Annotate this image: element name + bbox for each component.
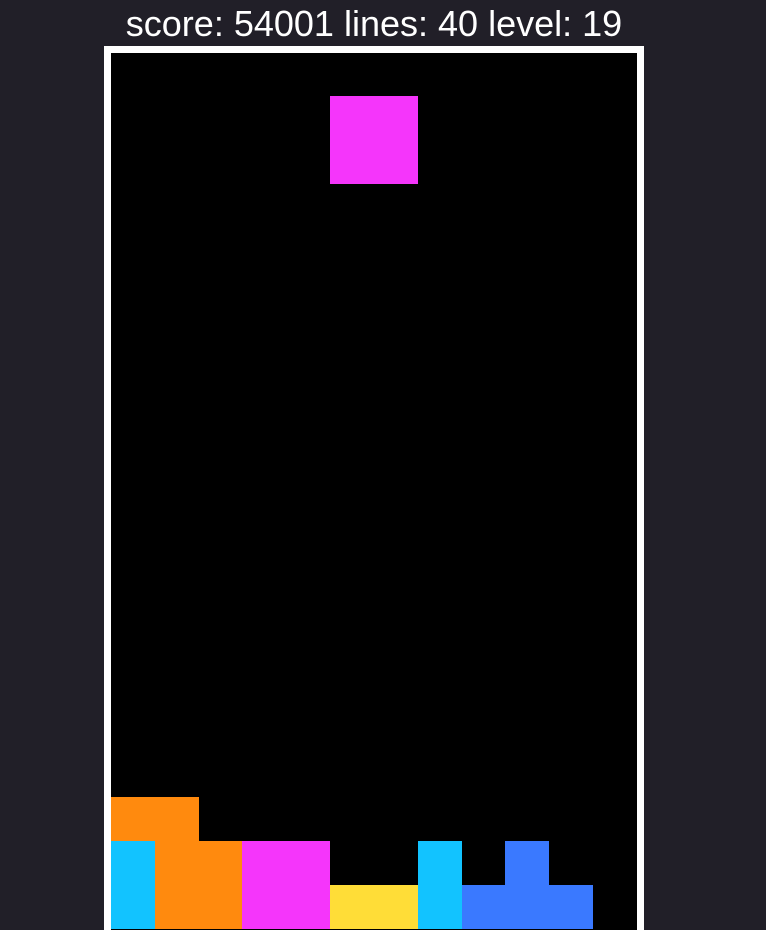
- locked-block: [155, 841, 199, 885]
- falling-piece-block: [374, 140, 418, 184]
- locked-block: [286, 885, 330, 929]
- locked-block: [418, 841, 462, 885]
- locked-block: [111, 797, 155, 841]
- locked-block: [155, 797, 199, 841]
- level-value: 19: [582, 3, 623, 44]
- locked-block: [505, 885, 549, 929]
- locked-block: [155, 885, 199, 929]
- locked-block: [418, 885, 462, 929]
- game-board[interactable]: [111, 53, 637, 930]
- lines-value: 40: [438, 3, 479, 44]
- falling-piece-block: [330, 140, 374, 184]
- score-value: 54001: [233, 3, 334, 44]
- locked-block: [242, 885, 286, 929]
- locked-block: [549, 885, 593, 929]
- lines-label: lines:: [343, 3, 429, 44]
- locked-block: [505, 841, 549, 885]
- locked-block: [111, 841, 155, 885]
- locked-block: [242, 841, 286, 885]
- score-label: score:: [125, 3, 224, 44]
- locked-block: [374, 885, 418, 929]
- level-label: level:: [488, 3, 573, 44]
- falling-piece-block: [374, 96, 418, 140]
- locked-block: [199, 885, 242, 929]
- locked-block: [111, 885, 155, 929]
- falling-piece-block: [330, 96, 374, 140]
- locked-block: [330, 885, 374, 929]
- locked-block: [199, 841, 242, 885]
- locked-block: [286, 841, 330, 885]
- locked-block: [462, 885, 505, 929]
- status-line: score: 54001 lines: 40 level: 19: [0, 2, 748, 46]
